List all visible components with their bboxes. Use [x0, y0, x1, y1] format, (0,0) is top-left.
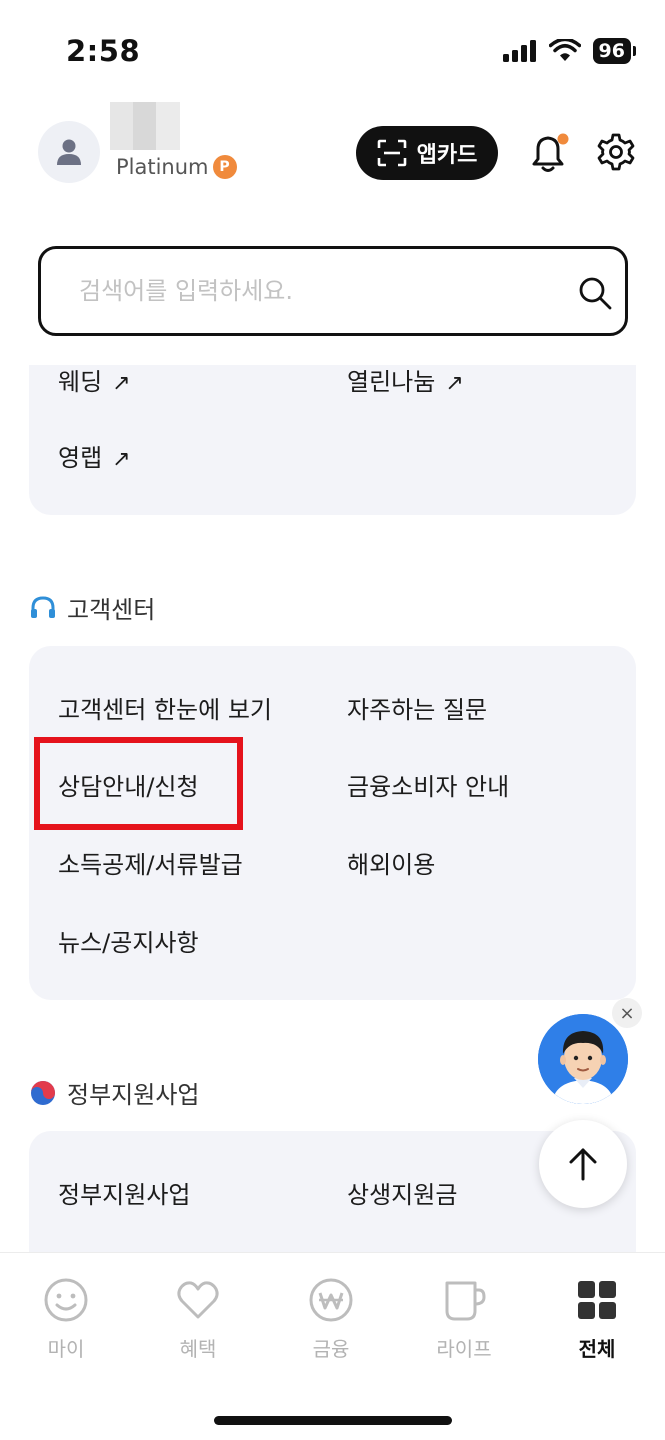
nav-label: 라이프 [436, 1337, 492, 1361]
header-mask [0, 338, 665, 364]
menu-item-overseas-use[interactable]: 해외이용 [347, 845, 435, 880]
section-title-customer-center: 고객센터 [29, 590, 155, 625]
menu-item-tax-documents[interactable]: 소득공제/서류발급 [58, 845, 243, 880]
signal-icon [502, 40, 536, 62]
nav-label: 마이 [47, 1337, 85, 1361]
won-icon [309, 1278, 353, 1322]
menu-item-faq[interactable]: 자주하는 질문 [347, 690, 487, 725]
headset-icon [31, 595, 55, 618]
section-title-gov-support: 정부지원사업 [29, 1075, 199, 1110]
arrow-up-icon [569, 1148, 597, 1181]
person-icon [57, 139, 81, 165]
external-link-icon: ↗ [112, 447, 131, 472]
menu-item-wedding[interactable]: 웨딩 ↗ [58, 362, 131, 397]
appcard-label: 앱카드 [416, 143, 478, 168]
nav-label: 금융 [312, 1337, 350, 1361]
search-icon[interactable] [577, 275, 613, 311]
notification-bell-icon[interactable] [526, 130, 570, 176]
appcard-button[interactable]: 앱카드 [356, 126, 498, 180]
grade-label: Platinum [116, 155, 209, 179]
user-name-redacted [110, 102, 180, 150]
menu-item-gov-support[interactable]: 정부지원사업 [58, 1175, 190, 1210]
home-indicator[interactable] [214, 1416, 452, 1425]
menu-item-consumer-info[interactable]: 금융소비자 안내 [347, 767, 509, 802]
menu-item-younglab[interactable]: 영랩 ↗ [58, 438, 131, 473]
external-link-icon: ↗ [112, 371, 131, 396]
menu-item-cs-overview[interactable]: 고객센터 한눈에 보기 [58, 690, 272, 725]
external-link-icon: ↗ [445, 371, 464, 396]
scan-icon [377, 139, 406, 167]
bottom-nav: 마이 혜택 금융 라이프 전체 [0, 1252, 665, 1440]
menu-item-news-notices[interactable]: 뉴스/공지사항 [58, 923, 199, 958]
menu-item-open-sharing[interactable]: 열린나눔 ↗ [347, 362, 464, 397]
avatar[interactable] [38, 121, 100, 183]
menu-item-coexistence-grant[interactable]: 상생지원금 [347, 1175, 457, 1210]
highlight-box [34, 737, 243, 830]
battery-indicator: 96 [592, 38, 637, 64]
chatbot-close-button[interactable]: × [612, 998, 642, 1028]
grade-badge: P [212, 155, 237, 179]
status-icons: 96 [502, 38, 637, 64]
status-time: 2:58 [66, 34, 141, 68]
membership-grade: Platinum P [116, 155, 237, 179]
nav-item-my[interactable]: 마이 [16, 1277, 116, 1362]
heart-icon [177, 1281, 219, 1319]
nav-item-benefits[interactable]: 혜택 [148, 1277, 248, 1362]
nav-item-life[interactable]: 라이프 [414, 1277, 514, 1362]
taegeuk-icon [31, 1080, 55, 1105]
grid-icon [578, 1281, 616, 1319]
settings-gear-icon[interactable] [596, 132, 636, 172]
smile-icon [44, 1278, 88, 1322]
cup-icon [445, 1281, 486, 1321]
search-input[interactable] [79, 277, 587, 305]
chatbot-button[interactable] [538, 1014, 628, 1104]
search-bar[interactable] [38, 246, 628, 336]
nav-label-active: 전체 [578, 1337, 616, 1361]
wifi-icon [548, 39, 581, 61]
nav-item-finance[interactable]: 금융 [281, 1277, 381, 1362]
nav-item-all[interactable]: 전체 [547, 1277, 647, 1362]
chatbot-avatar-icon [538, 1014, 628, 1104]
nav-label: 혜택 [179, 1337, 217, 1361]
scroll-to-top-button[interactable] [539, 1120, 627, 1208]
